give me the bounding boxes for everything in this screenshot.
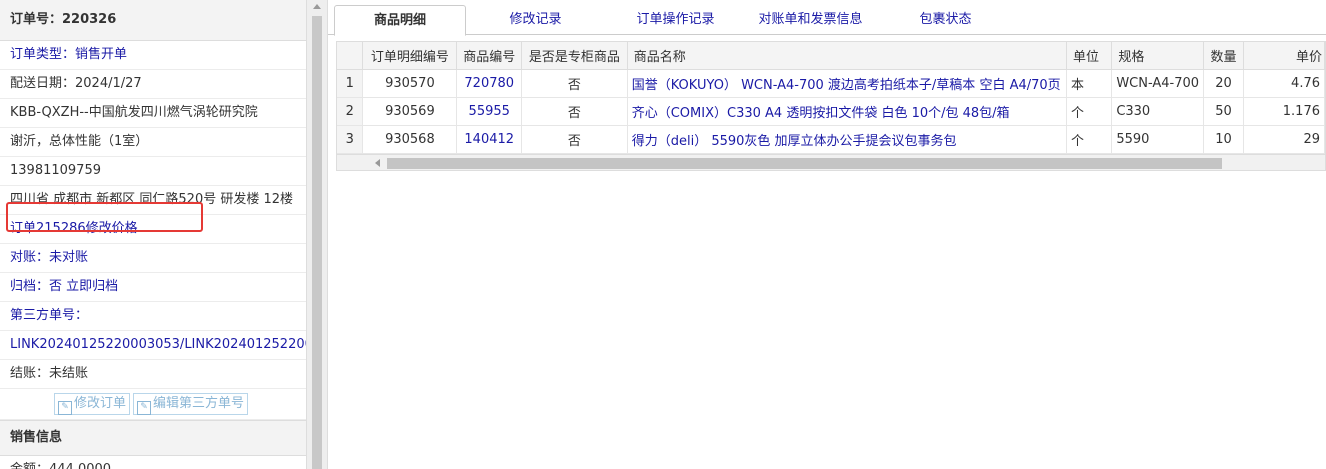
tab-statement-invoice[interactable]: 对账单和发票信息 bbox=[738, 5, 883, 34]
col-product-code[interactable]: 商品编号 bbox=[456, 42, 523, 70]
tab-product-details[interactable]: 商品明细 bbox=[334, 5, 466, 36]
horizontal-scrollbar-thumb[interactable] bbox=[387, 158, 1222, 169]
row-number: 3 bbox=[337, 125, 364, 154]
unit-price-cell: 4.76 bbox=[1243, 69, 1325, 98]
edit-order-label: 修改订单 bbox=[74, 395, 127, 411]
delivery-date: 配送日期：2024/1/27 bbox=[0, 70, 306, 99]
unit-price-cell: 29 bbox=[1243, 125, 1325, 154]
unit-cell: 个 bbox=[1066, 125, 1113, 154]
reconciliation-status[interactable]: 对账：未对账 bbox=[0, 244, 306, 273]
tab-modification-log[interactable]: 修改记录 bbox=[473, 5, 598, 34]
detail-id-cell: 930569 bbox=[362, 97, 458, 126]
row-number: 1 bbox=[337, 69, 364, 98]
quantity-cell: 50 bbox=[1203, 97, 1245, 126]
archive-status[interactable]: 归档：否 立即归档 bbox=[0, 273, 306, 302]
product-detail-grid: 订单明细编号 商品编号 是否是专柜商品 商品名称 单位 规格 数量 单价 1 9… bbox=[336, 41, 1326, 171]
third-party-order-number[interactable]: LINK20240125220003053/LINK20240125220003… bbox=[0, 331, 306, 360]
spec-cell: C330 bbox=[1111, 97, 1205, 126]
edit-order-button[interactable]: ✎ 修改订单 bbox=[54, 392, 131, 415]
quantity-cell: 20 bbox=[1203, 69, 1245, 98]
edit-icon: ✎ bbox=[137, 400, 152, 415]
col-unit[interactable]: 单位 bbox=[1066, 42, 1113, 70]
left-panel-scrollbar[interactable] bbox=[306, 0, 328, 469]
col-row-number bbox=[337, 42, 364, 70]
order-amount: 金额：444.0000 bbox=[0, 456, 306, 469]
detail-id-cell: 930570 bbox=[362, 69, 458, 98]
scroll-up-arrow-icon[interactable] bbox=[313, 4, 321, 9]
tab-order-operation-log[interactable]: 订单操作记录 bbox=[608, 5, 743, 34]
settlement-status: 结账：未结账 bbox=[0, 360, 306, 389]
col-detail-id[interactable]: 订单明细编号 bbox=[362, 42, 458, 70]
scrollbar-thumb[interactable] bbox=[312, 16, 322, 469]
action-buttons: ✎ 修改订单 ✎ 编辑第三方单号 bbox=[0, 389, 306, 420]
order-number-header: 订单号：220326 bbox=[0, 0, 306, 41]
tab-bar: 商品明细 修改记录 订单操作记录 对账单和发票信息 包裹状态 bbox=[328, 0, 1326, 36]
product-code-link[interactable]: 55955 bbox=[456, 97, 523, 126]
contact-phone: 13981109759 bbox=[0, 157, 306, 186]
customer-name: KBB-QXZH--中国航发四川燃气涡轮研究院 bbox=[0, 99, 306, 128]
edit-third-party-label: 编辑第三方单号 bbox=[153, 395, 245, 411]
counter-product-cell: 否 bbox=[521, 97, 628, 126]
order-type[interactable]: 订单类型：销售开单 bbox=[0, 41, 306, 70]
counter-product-cell: 否 bbox=[521, 125, 628, 154]
third-party-label: 第三方单号： bbox=[0, 302, 306, 331]
quantity-cell: 10 bbox=[1203, 125, 1245, 154]
row-number: 2 bbox=[337, 97, 364, 126]
order-detail-panel: 订单号：220326 订单类型：销售开单 配送日期：2024/1/27 KBB-… bbox=[0, 0, 306, 469]
product-name-link[interactable]: 国誉（KOKUYO） WCN-A4-700 渡边高考拍纸本子/草稿本 空白 A4… bbox=[627, 69, 1068, 98]
sales-info-section: 销售信息 bbox=[0, 420, 306, 456]
tab-package-status[interactable]: 包裹状态 bbox=[893, 5, 998, 34]
product-code-link[interactable]: 720780 bbox=[456, 69, 523, 98]
edit-third-party-button[interactable]: ✎ 编辑第三方单号 bbox=[133, 392, 249, 415]
col-unit-price[interactable]: 单价 bbox=[1243, 42, 1325, 70]
table-row[interactable]: 3 930568 140412 否 得力（deli） 5590灰色 加厚立体办公… bbox=[337, 125, 1325, 154]
unit-cell: 本 bbox=[1066, 69, 1113, 98]
horizontal-scrollbar[interactable] bbox=[337, 154, 1325, 170]
product-name-link[interactable]: 齐心（COMIX）C330 A4 透明按扣文件袋 白色 10个/包 48包/箱 bbox=[627, 97, 1068, 126]
table-row[interactable]: 1 930570 720780 否 国誉（KOKUYO） WCN-A4-700 … bbox=[337, 69, 1325, 98]
scroll-left-arrow-icon[interactable] bbox=[375, 159, 380, 167]
unit-cell: 个 bbox=[1066, 97, 1113, 126]
red-highlight-box bbox=[6, 202, 203, 232]
product-code-link[interactable]: 140412 bbox=[456, 125, 523, 154]
table-header-row: 订单明细编号 商品编号 是否是专柜商品 商品名称 单位 规格 数量 单价 bbox=[337, 42, 1325, 70]
counter-product-cell: 否 bbox=[521, 69, 628, 98]
product-table: 订单明细编号 商品编号 是否是专柜商品 商品名称 单位 规格 数量 单价 1 9… bbox=[337, 42, 1325, 154]
table-row[interactable]: 2 930569 55955 否 齐心（COMIX）C330 A4 透明按扣文件… bbox=[337, 97, 1325, 126]
unit-price-cell: 1.176 bbox=[1243, 97, 1325, 126]
detail-id-cell: 930568 bbox=[362, 125, 458, 154]
col-product-name[interactable]: 商品名称 bbox=[627, 42, 1068, 70]
col-quantity[interactable]: 数量 bbox=[1203, 42, 1245, 70]
spec-cell: 5590 bbox=[1111, 125, 1205, 154]
detail-tabs-panel: 商品明细 修改记录 订单操作记录 对账单和发票信息 包裹状态 订单明细编号 商品… bbox=[328, 0, 1326, 469]
product-name-link[interactable]: 得力（deli） 5590灰色 加厚立体办公手提会议包事务包 bbox=[627, 125, 1068, 154]
col-counter-product[interactable]: 是否是专柜商品 bbox=[521, 42, 628, 70]
contact-person: 谢沂，总体性能（1室） bbox=[0, 128, 306, 157]
edit-icon: ✎ bbox=[58, 400, 72, 415]
spec-cell: WCN-A4-700 bbox=[1111, 69, 1205, 98]
col-spec[interactable]: 规格 bbox=[1111, 42, 1205, 70]
